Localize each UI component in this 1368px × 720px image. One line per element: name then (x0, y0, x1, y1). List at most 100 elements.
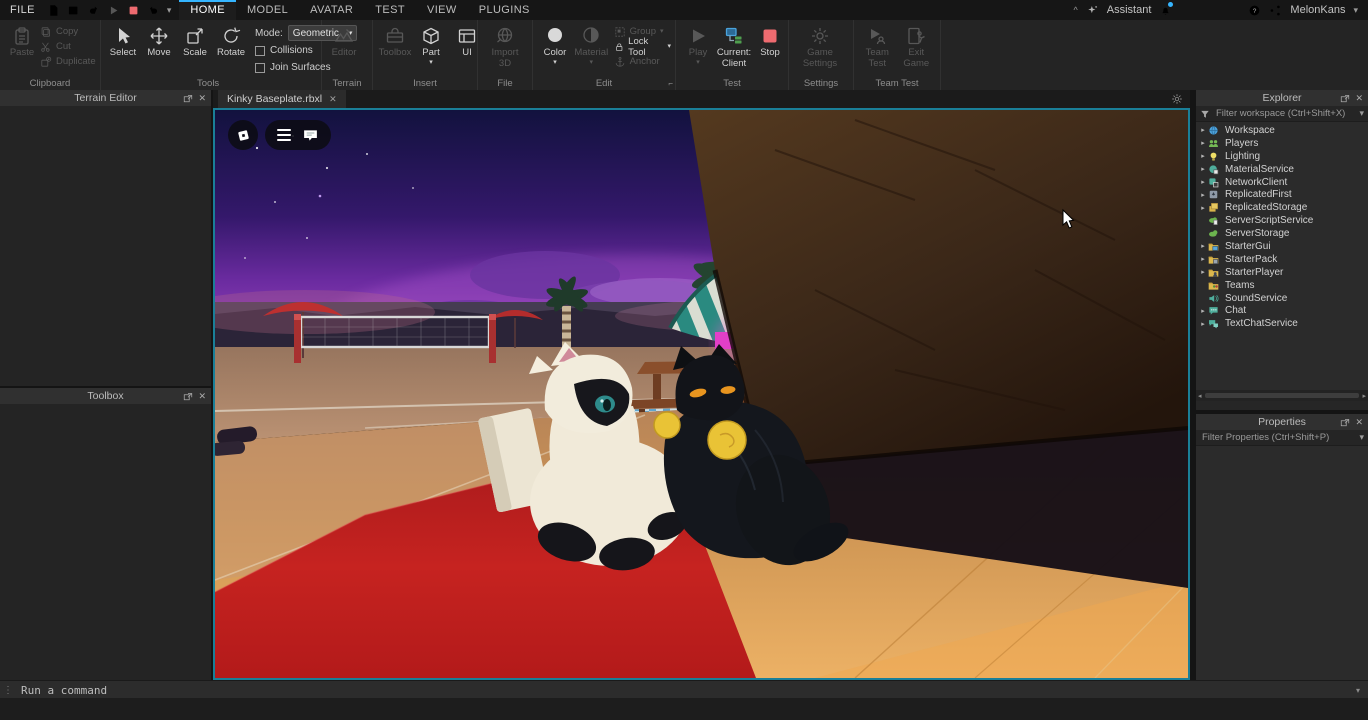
material-button[interactable]: Material ▾ (573, 23, 610, 68)
expand-arrow-icon[interactable]: ▸ (1198, 152, 1208, 160)
properties-filter[interactable]: ▾ (1196, 430, 1368, 446)
collapse-ribbon-icon[interactable]: ^ (1074, 5, 1078, 15)
expand-arrow-icon[interactable]: ▸ (1198, 165, 1208, 173)
hamburger-menu-icon[interactable] (277, 129, 291, 141)
ribbon-tab-avatar[interactable]: AVATAR (299, 0, 364, 20)
viewport-settings-gear-icon[interactable] (1171, 93, 1190, 105)
explorer-filter-input[interactable] (1214, 107, 1355, 120)
expand-arrow-icon[interactable]: ▸ (1198, 242, 1208, 250)
explorer-tree-item-serverstorage[interactable]: ServerStorage (1196, 227, 1368, 240)
new-file-icon[interactable] (47, 4, 60, 17)
cut-button[interactable]: Cut (40, 40, 96, 53)
explorer-tree-item-chat[interactable]: ▸ Chat (1196, 304, 1368, 317)
explorer-tree-item-startergui[interactable]: ▸ StarterGui (1196, 240, 1368, 253)
expand-arrow-icon[interactable]: ▸ (1198, 320, 1208, 328)
exit-game-button[interactable]: Exit Game (897, 23, 936, 72)
quick-access-more-icon[interactable]: ▾ (167, 5, 172, 16)
part-caret-icon[interactable]: ▾ (429, 59, 433, 66)
close-icon[interactable]: ✕ (1355, 418, 1363, 427)
ribbon-tab-model[interactable]: MODEL (236, 0, 299, 20)
color-button[interactable]: Color ▾ (537, 23, 573, 68)
filter-caret-icon[interactable]: ▾ (1359, 432, 1364, 443)
explorer-tree-item-teams[interactable]: Teams (1196, 279, 1368, 292)
3d-viewport[interactable] (213, 108, 1190, 680)
copy-button[interactable]: Copy (40, 25, 96, 38)
explorer-filter[interactable]: ▾ (1196, 106, 1368, 122)
play-icon[interactable] (107, 4, 120, 17)
close-icon[interactable]: ✕ (198, 94, 206, 103)
ribbon-tab-plugins[interactable]: PLUGINS (468, 0, 541, 20)
explorer-tree-item-soundservice[interactable]: SoundService (1196, 292, 1368, 305)
redo-icon[interactable] (87, 4, 100, 17)
close-icon[interactable]: ✕ (1355, 94, 1363, 103)
popout-icon[interactable] (1340, 93, 1350, 103)
scroll-left-icon[interactable]: ◂ (1198, 392, 1202, 400)
roblox-menu-button[interactable] (228, 120, 258, 150)
ribbon-tab-home[interactable]: HOME (179, 0, 236, 20)
file-menu[interactable]: FILE (0, 4, 45, 16)
scroll-thumb[interactable] (1205, 393, 1360, 398)
undo-icon[interactable] (147, 4, 160, 17)
toolbox-button[interactable]: Toolbox (377, 23, 413, 61)
assistant-button[interactable]: Assistant (1107, 4, 1152, 16)
filter-caret-icon[interactable]: ▾ (1359, 108, 1364, 119)
paste-button[interactable]: Paste (4, 23, 40, 61)
color-caret-icon[interactable]: ▾ (553, 59, 557, 66)
lock-tool-caret-icon[interactable]: ▾ (667, 43, 671, 50)
close-icon[interactable]: ✕ (198, 392, 206, 401)
ribbon-tab-test[interactable]: TEST (364, 0, 416, 20)
popout-icon[interactable] (183, 93, 193, 103)
move-tool-button[interactable]: Move (141, 23, 177, 61)
expand-arrow-icon[interactable]: ▸ (1198, 268, 1208, 276)
terrain-editor-button[interactable]: Editor (326, 23, 362, 61)
chat-bubble-icon[interactable] (302, 127, 319, 144)
explorer-tree-item-networkclient[interactable]: ▸ NetworkClient (1196, 176, 1368, 189)
part-button[interactable]: Part ▾ (413, 23, 449, 68)
play-button[interactable]: Play ▾ (680, 23, 716, 68)
explorer-tree-item-players[interactable]: ▸ Players (1196, 137, 1368, 150)
import-3d-button[interactable]: Import 3D (482, 23, 528, 72)
scroll-right-icon[interactable]: ▸ (1362, 392, 1366, 400)
expand-arrow-icon[interactable]: ▸ (1198, 126, 1208, 134)
select-tool-button[interactable]: Select (105, 23, 141, 61)
document-tab[interactable]: Kinky Baseplate.rbxl ✕ (218, 90, 346, 108)
collisions-checkbox[interactable] (255, 46, 265, 56)
expand-arrow-icon[interactable]: ▸ (1198, 255, 1208, 263)
explorer-tree-item-lighting[interactable]: ▸ Lighting (1196, 150, 1368, 163)
share-icon[interactable] (1269, 4, 1282, 17)
expand-arrow-icon[interactable]: ▸ (1198, 204, 1208, 212)
explorer-tree-item-starterplayer[interactable]: ▸ StarterPlayer (1196, 266, 1368, 279)
expand-arrow-icon[interactable]: ▸ (1198, 307, 1208, 315)
tab-close-icon[interactable]: ✕ (329, 94, 337, 105)
notifications-button[interactable] (1159, 4, 1172, 17)
help-icon[interactable]: ? (1248, 4, 1261, 17)
join-surfaces-checkbox[interactable] (255, 63, 265, 73)
edit-dialog-launcher-icon[interactable]: ⌐ (668, 79, 673, 88)
game-settings-button[interactable]: Game Settings (793, 23, 847, 72)
popout-icon[interactable] (1340, 417, 1350, 427)
lock-tool-button[interactable]: Lock Tool▾ (614, 40, 671, 53)
expand-arrow-icon[interactable]: ▸ (1198, 139, 1208, 147)
popout-icon[interactable] (183, 391, 193, 401)
expand-arrow-icon[interactable]: ▸ (1198, 178, 1208, 186)
anchor-button[interactable]: Anchor (614, 55, 671, 68)
stop-button[interactable]: Stop (752, 23, 788, 61)
properties-filter-input[interactable] (1200, 431, 1355, 444)
explorer-tree-item-workspace[interactable]: ▸ Workspace (1196, 124, 1368, 137)
explorer-h-scrollbar[interactable]: ◂ ▸ (1196, 390, 1368, 401)
scale-tool-button[interactable]: Scale (177, 23, 213, 61)
explorer-tree-item-replicatedstorage[interactable]: ▸ ReplicatedStorage (1196, 201, 1368, 214)
open-file-icon[interactable] (67, 4, 80, 17)
user-account-button[interactable]: MelonKans (1290, 4, 1345, 16)
explorer-tree-item-starterpack[interactable]: ▸ StarterPack (1196, 253, 1368, 266)
ribbon-tab-view[interactable]: VIEW (416, 0, 468, 20)
explorer-tree-item-replicatedfirst[interactable]: ▸ ReplicatedFirst (1196, 188, 1368, 201)
explorer-tree-item-textchatservice[interactable]: ▸ TextChatService (1196, 317, 1368, 330)
user-caret-icon[interactable]: ▾ (1353, 5, 1358, 16)
command-history-caret-icon[interactable]: ▾ (1356, 686, 1368, 695)
current-client-button[interactable]: Current: Client (716, 23, 752, 72)
explorer-tree-item-materialservice[interactable]: ▸ MaterialService (1196, 163, 1368, 176)
material-caret-icon[interactable]: ▾ (590, 59, 594, 66)
expand-arrow-icon[interactable]: ▸ (1198, 191, 1208, 199)
command-input[interactable] (19, 683, 1356, 698)
